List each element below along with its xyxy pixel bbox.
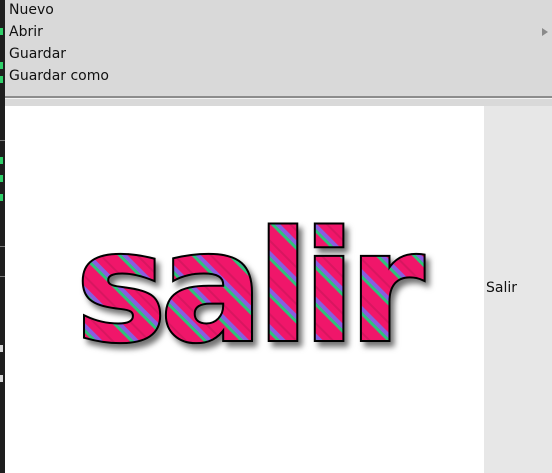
salir-image-panel[interactable]: salir [5, 106, 484, 473]
triangle-right-icon [542, 28, 548, 36]
salir-label-panel[interactable]: Salir [484, 106, 552, 473]
menu-item-nuevo[interactable]: Nuevo [5, 0, 552, 22]
menu-item-label: Guardar como [9, 68, 109, 84]
menu-item-abrir[interactable]: Abrir [5, 22, 552, 44]
menu-item-label: Nuevo [9, 2, 54, 18]
menu-item-label: Abrir [9, 24, 43, 40]
file-menu: Nuevo Abrir Guardar Guardar como [5, 0, 552, 97]
menu-separator-highlight [5, 98, 552, 99]
salir-logo-text: salir [76, 199, 424, 376]
menu-item-label: Guardar [9, 46, 67, 62]
salir-row: salir Salir [5, 106, 552, 473]
menu-item-guardar[interactable]: Guardar [5, 44, 552, 66]
salir-label: Salir [486, 280, 518, 296]
menu-item-guardar-como[interactable]: Guardar como [5, 66, 552, 88]
salir-logo-image: salir [74, 197, 432, 378]
